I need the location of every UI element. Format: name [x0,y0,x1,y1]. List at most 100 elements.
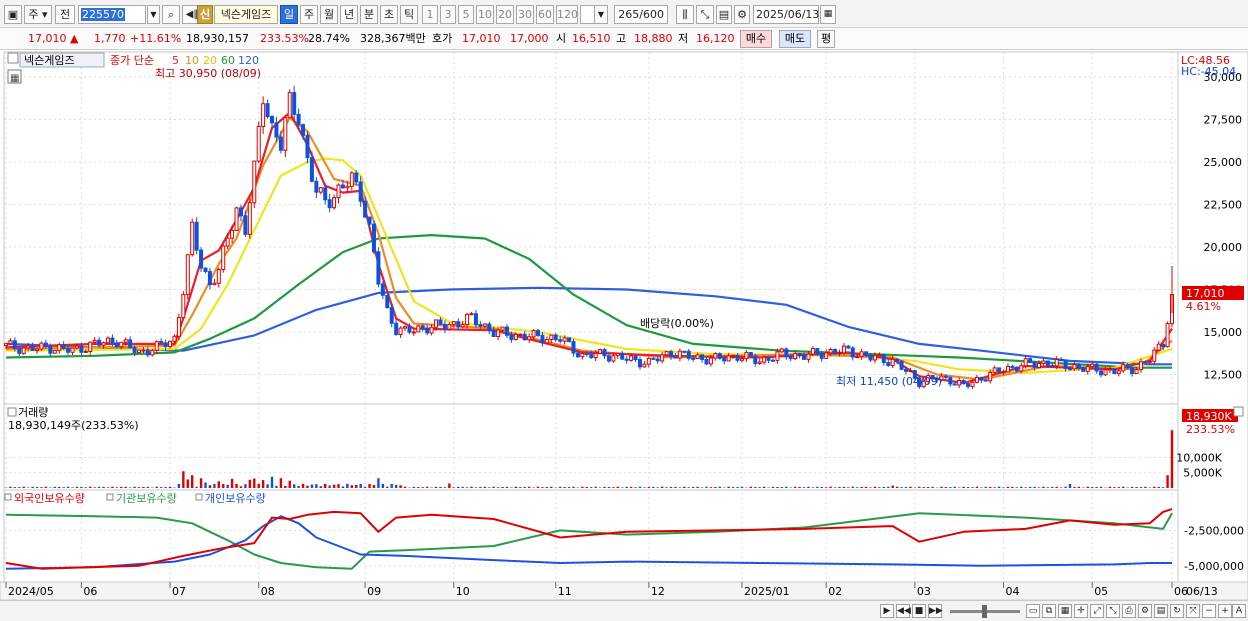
candle-body [1081,367,1086,372]
scroll-right-icon[interactable]: ▶ [880,604,894,618]
candle-body [238,207,243,217]
candle-body [114,342,119,348]
shrink-icon[interactable]: ⤡ [1106,604,1120,618]
last-volume-value: 18,930K [1186,410,1232,423]
settings-icon[interactable]: ⚙ [1138,604,1152,618]
volume-bar [1090,487,1094,488]
volume-bar [1006,486,1010,488]
candle-body [451,321,456,326]
candle-body [793,352,798,360]
last-volume-pct: 233.53% [1186,423,1235,436]
zoom-slider-thumb[interactable] [982,605,987,618]
interval-30[interactable]: 30 [516,5,534,24]
custom-interval-dropdown-icon[interactable]: ▼ [594,5,608,24]
stop-icon[interactable]: ■ [912,604,926,618]
candle-body [997,367,1002,373]
candle-body [553,334,558,341]
chart-area[interactable]: 30,00027,50025,00022,50020,00017,50015,0… [0,50,1248,600]
rewind-icon[interactable]: ◀◀ [896,604,911,618]
print-icon[interactable]: ⎙ [1122,604,1136,618]
period-tick[interactable]: 틱 [400,5,418,24]
volume-bar [204,482,207,488]
refresh-icon[interactable]: ↻ [1170,604,1184,618]
interval-120[interactable]: 120 [556,5,578,24]
period-year[interactable]: 년 [340,5,358,24]
volume-bar [1166,475,1169,488]
candle-body [1094,363,1099,372]
zoom-in-icon[interactable]: + [1218,604,1232,618]
period-week[interactable]: 주 [300,5,318,24]
candle-body [478,324,483,327]
volume-bar [111,486,114,488]
interval-3[interactable]: 3 [440,5,456,24]
gear-icon[interactable]: ⚙ [734,5,750,24]
zoom-fit-icon[interactable]: ⤧ [1186,604,1200,618]
volume-bar [1055,486,1058,488]
interval-20[interactable]: 20 [496,5,514,24]
panel-menu-icon[interactable] [7,52,19,64]
quote-low-label: 저 [678,32,689,45]
candle-body [141,349,146,352]
x-axis-label: 03 [917,585,931,598]
volume-bar [146,486,150,488]
candle-body [416,325,421,333]
volume-bar [452,487,455,488]
candle-body [336,184,341,199]
candle-body [261,103,266,128]
volume-panel-menu-icon[interactable] [7,407,17,417]
interval-5[interactable]: 5 [458,5,474,24]
chart-svg[interactable]: 30,00027,50025,00022,50020,00017,50015,0… [0,50,1248,600]
price-y-tick: 12,500 [1204,369,1243,382]
market-select[interactable]: 주 ▾ [24,5,52,24]
bar-count-input[interactable]: 265/600 [614,5,668,24]
candle-body [340,184,345,189]
x-axis-label: 05 [1094,585,1108,598]
volume-bar [771,486,775,488]
candle-body [589,353,594,359]
code-input[interactable]: 225570 [78,5,146,24]
auto-scale-icon[interactable]: A [1232,604,1246,618]
avg-button[interactable]: 평 [817,30,835,48]
expand-icon[interactable]: ⤢ [1090,604,1104,618]
search-icon[interactable]: ⌕ [162,5,180,24]
stock-name-field[interactable]: 넥슨게임즈 [214,5,278,24]
volume-panel-close-icon[interactable] [1233,406,1244,417]
sell-button[interactable]: 매도 [779,30,811,48]
candle-body [895,358,900,362]
chart-type-icon[interactable]: ⫼ [676,5,694,24]
candle-body [292,92,297,115]
interval-10[interactable]: 10 [476,5,494,24]
candle-body [651,357,656,360]
period-minute[interactable]: 분 [360,5,378,24]
quote-ask: 17,010 [462,32,501,45]
last-price-value: 17,010 [1186,287,1225,300]
save-icon[interactable]: ▤ [716,5,732,24]
candle-body [1028,358,1033,363]
fast-forward-icon[interactable]: ▶▶ [928,604,943,618]
copy-icon[interactable]: ⧉ [1042,604,1056,618]
interval-1[interactable]: 1 [422,5,438,24]
period-second[interactable]: 초 [380,5,398,24]
calendar-icon[interactable]: ▦ [820,5,836,24]
candle-body [948,376,953,385]
candle-body [806,353,811,360]
date-input[interactable]: 2025/06/13 [753,5,819,24]
code-dropdown-icon[interactable]: ▼ [147,5,160,24]
crosshair-icon[interactable]: ✛ [1074,604,1088,618]
layout-icon[interactable]: ▭ [1026,604,1040,618]
grid-icon[interactable]: ▤ [1154,604,1168,618]
buy-button[interactable]: 매수 [740,30,772,48]
candle-body [602,349,607,357]
period-month[interactable]: 월 [320,5,338,24]
zoom-out-icon[interactable]: − [1202,604,1216,618]
draw-tool-icon[interactable]: ⤡ [696,5,714,24]
candle-body [376,251,381,285]
candle-body [105,337,110,344]
interval-60[interactable]: 60 [536,5,554,24]
period-day[interactable]: 일 [280,5,298,24]
volume-bar [758,487,761,488]
split-icon[interactable]: ▦ [1058,604,1072,618]
prev-button[interactable]: 전 [55,5,75,24]
candle-body [642,363,647,368]
window-menu-icon[interactable]: ▣ [4,5,22,24]
